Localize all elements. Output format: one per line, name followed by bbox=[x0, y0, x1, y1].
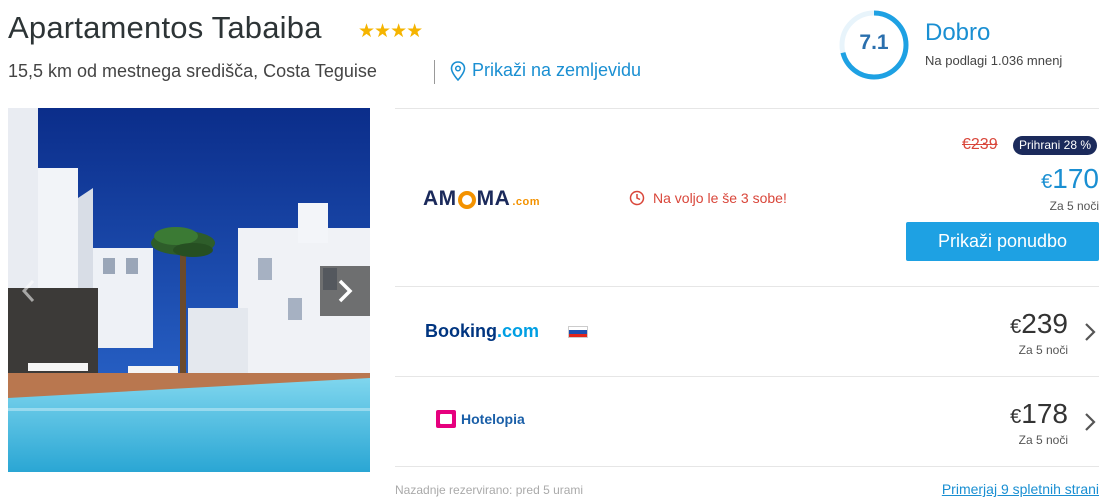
logo-o-mark bbox=[457, 191, 476, 209]
last-booked-note: Nazadnje rezervirano: pred 5 urami bbox=[395, 483, 584, 497]
hotel-photo[interactable] bbox=[8, 108, 370, 472]
provider-logo-booking[interactable]: Booking .com bbox=[425, 321, 539, 342]
offer-chevron-button[interactable] bbox=[1084, 412, 1096, 438]
rating-score: 7.1 bbox=[859, 31, 889, 54]
price-value: 239 bbox=[1021, 308, 1068, 339]
currency-symbol: € bbox=[1010, 406, 1022, 428]
availability-notice: Na voljo le še 3 sobe! bbox=[629, 190, 787, 206]
show-on-map-link[interactable]: Prikaži na zemljevidu bbox=[450, 60, 641, 81]
chevron-right-icon bbox=[1085, 323, 1096, 341]
provider-name-part: MA bbox=[476, 187, 511, 210]
chevron-right-icon bbox=[1085, 413, 1096, 431]
chevron-right-icon bbox=[338, 279, 353, 303]
currency-symbol: € bbox=[1041, 171, 1053, 193]
provider-logo-hotelopia[interactable]: Hotelopia bbox=[436, 410, 525, 428]
provider-suffix: .com bbox=[512, 196, 541, 208]
currency-symbol: € bbox=[1010, 316, 1022, 338]
gallery-next-button[interactable] bbox=[320, 266, 370, 316]
gallery-prev-button[interactable] bbox=[8, 266, 48, 316]
original-price: €239 bbox=[962, 136, 998, 153]
divider bbox=[395, 466, 1099, 467]
review-count: Na podlagi 1.036 mnenj bbox=[925, 53, 1063, 68]
rating-label: Dobro bbox=[925, 19, 991, 46]
map-pin-icon bbox=[450, 60, 466, 81]
show-on-map-label: Prikaži na zemljevidu bbox=[472, 60, 642, 80]
provider-name: Booking bbox=[425, 321, 497, 341]
chevron-left-icon bbox=[21, 279, 35, 303]
divider bbox=[434, 60, 435, 84]
offer-price[interactable]: €239 bbox=[1010, 308, 1068, 340]
offer-price[interactable]: €178 bbox=[1010, 398, 1068, 430]
stay-length: Za 5 noči bbox=[1049, 199, 1099, 213]
offer-price: €170 bbox=[1041, 163, 1099, 195]
hotel-location: 15,5 km od mestnega središča, Costa Tegu… bbox=[8, 61, 377, 81]
provider-name: Hotelopia bbox=[461, 411, 525, 427]
provider-suffix: .com bbox=[497, 321, 540, 341]
stay-length: Za 5 noči bbox=[1018, 433, 1068, 447]
availability-text: Na voljo le še 3 sobe! bbox=[653, 190, 787, 206]
slovenia-flag-icon bbox=[568, 326, 588, 338]
price-value: 178 bbox=[1021, 398, 1068, 429]
price-value: 170 bbox=[1052, 163, 1099, 194]
hotelopia-icon bbox=[436, 410, 456, 428]
compare-sites-link[interactable]: Primerjaj 9 spletnih strani bbox=[942, 481, 1099, 497]
offer-chevron-button[interactable] bbox=[1084, 322, 1096, 348]
divider bbox=[395, 376, 1099, 377]
view-deal-button[interactable]: Prikaži ponudbo bbox=[906, 222, 1099, 261]
stay-length: Za 5 noči bbox=[1018, 343, 1068, 357]
clock-icon bbox=[629, 190, 645, 206]
divider bbox=[395, 286, 1099, 287]
provider-name: AM bbox=[423, 187, 457, 210]
hotel-name: Apartamentos Tabaiba bbox=[8, 10, 322, 45]
divider bbox=[395, 108, 1099, 109]
star-rating: ★★★★ bbox=[358, 21, 423, 42]
provider-logo-amoma[interactable]: AM MA .com bbox=[423, 187, 540, 211]
discount-badge: Prihrani 28 % bbox=[1013, 136, 1098, 155]
